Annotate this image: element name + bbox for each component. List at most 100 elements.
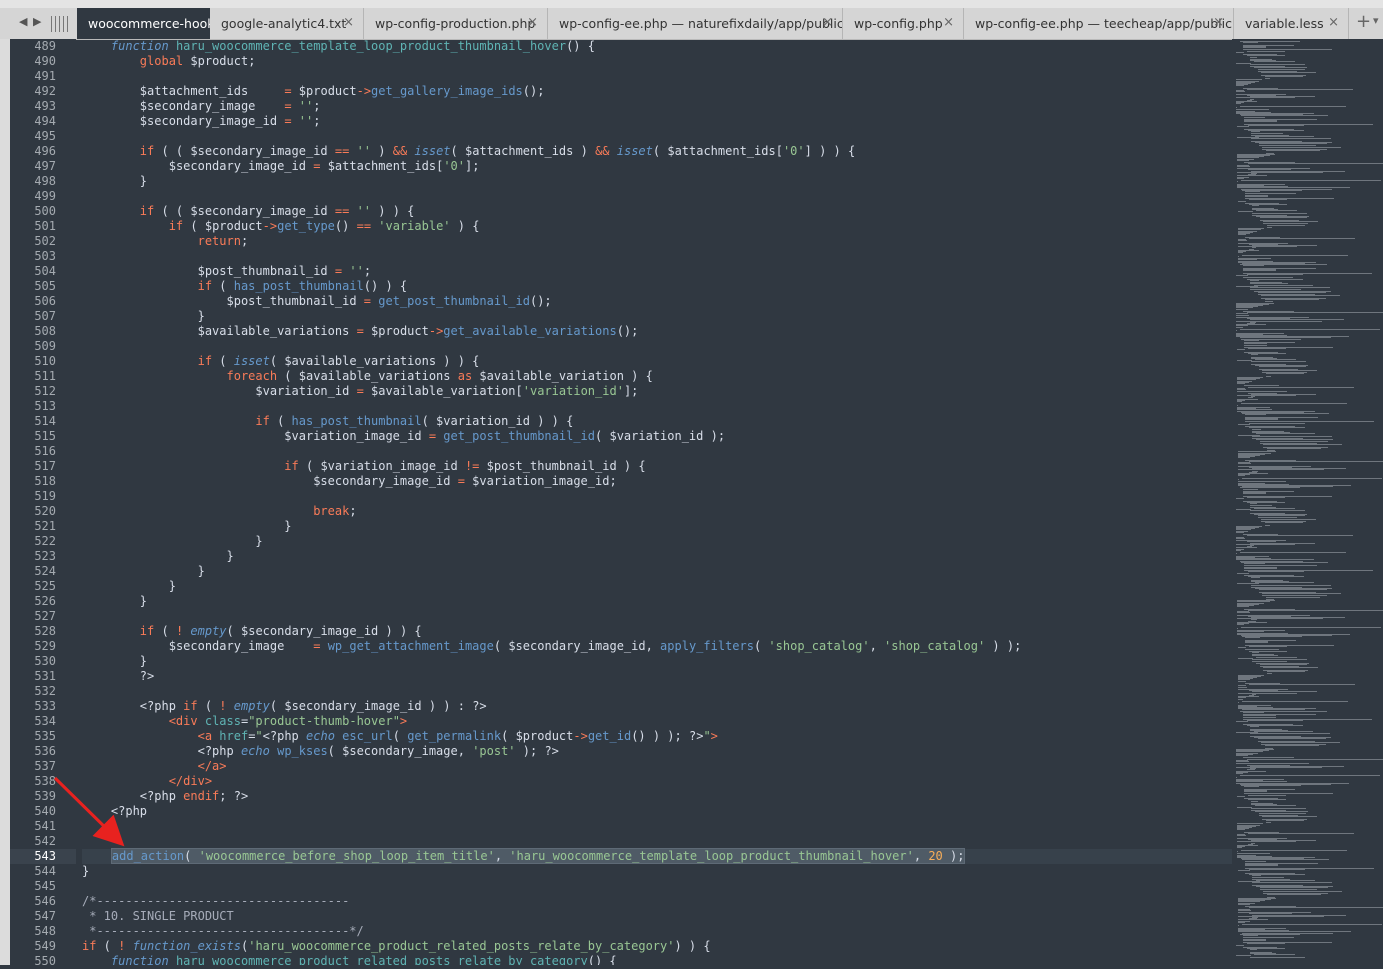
code-line[interactable]: global $product; bbox=[82, 54, 1232, 69]
code-line[interactable]: if ( $product->get_type() == 'variable' … bbox=[82, 219, 1232, 234]
code-line[interactable]: if ( ! empty( $secondary_image_id ) ) { bbox=[82, 624, 1232, 639]
code-line[interactable]: if ( ( $secondary_image_id == '' ) && is… bbox=[82, 144, 1232, 159]
minimap-line bbox=[1258, 812, 1307, 814]
tab-wp-config-ee-naturefixdaily[interactable]: wp-config-ee.php — naturefixdaily/app/pu… bbox=[548, 8, 843, 39]
line-number: 550 bbox=[34, 954, 56, 968]
code-line[interactable]: } bbox=[82, 654, 1232, 669]
code-line[interactable]: $available_variations = $product->get_av… bbox=[82, 324, 1232, 339]
line-number: 525 bbox=[34, 579, 56, 593]
tab-woocommerce-hooks[interactable]: woocommerce-hooks. bbox=[77, 8, 210, 39]
new-tab-icon[interactable]: + bbox=[1356, 11, 1371, 32]
code-line[interactable] bbox=[82, 684, 1232, 699]
code-line[interactable]: * 10. SINGLE PRODUCT bbox=[82, 909, 1232, 924]
code-line[interactable] bbox=[82, 189, 1232, 204]
code-line[interactable]: } bbox=[82, 519, 1232, 534]
code-line[interactable]: foreach ( $available_variations as $avai… bbox=[82, 369, 1232, 384]
code-line[interactable]: </div> bbox=[82, 774, 1232, 789]
code-line[interactable]: } bbox=[82, 819, 1232, 834]
tab-close-icon[interactable]: × bbox=[822, 15, 833, 30]
code-line[interactable]: $attachment_ids = $product->get_gallery_… bbox=[82, 84, 1232, 99]
code-line[interactable]: if ( has_post_thumbnail() ) { bbox=[82, 279, 1232, 294]
code-line[interactable]: } bbox=[82, 579, 1232, 594]
code-line[interactable]: $secondary_image_id = ''; bbox=[82, 114, 1232, 129]
code-token: secondary_image_id bbox=[291, 699, 422, 713]
tab-menu-chevron-down-icon[interactable]: ▾ bbox=[1373, 14, 1379, 27]
nav-back-icon[interactable]: ◀ bbox=[19, 15, 27, 28]
tab-list-icon[interactable] bbox=[51, 16, 71, 32]
code-line[interactable]: $variation_id = $available_variation['va… bbox=[82, 384, 1232, 399]
code-line[interactable]: <?php endif; ?> bbox=[82, 789, 1232, 804]
tab-close-icon[interactable]: × bbox=[343, 15, 354, 30]
minimap-line bbox=[1245, 414, 1266, 416]
code-line[interactable]: if ( ! function_exists('haru_woocommerce… bbox=[82, 939, 1232, 954]
code-line[interactable] bbox=[82, 609, 1232, 624]
code-line[interactable] bbox=[82, 69, 1232, 84]
tab-wp-config-production[interactable]: wp-config-production.php × bbox=[364, 8, 548, 39]
code-line[interactable]: $post_thumbnail_id = ''; bbox=[82, 264, 1232, 279]
code-token: $ bbox=[139, 99, 148, 113]
code-line[interactable] bbox=[82, 339, 1232, 354]
code-line[interactable]: } bbox=[82, 174, 1232, 189]
code-line[interactable]: function haru_woocommerce_template_loop_… bbox=[82, 39, 1232, 54]
code-line[interactable] bbox=[82, 249, 1232, 264]
code-line[interactable]: *-----------------------------------*/ bbox=[82, 924, 1232, 939]
code-line[interactable]: <?php if ( ! empty( $secondary_image_id … bbox=[82, 699, 1232, 714]
line-number: 503 bbox=[34, 249, 56, 263]
code-token: -> bbox=[356, 84, 372, 98]
code-line[interactable]: /*----------------------------------- bbox=[82, 894, 1232, 909]
minimap-line bbox=[1239, 329, 1380, 330]
code-line[interactable]: $secondary_image = ''; bbox=[82, 99, 1232, 114]
tab-wp-config[interactable]: wp-config.php × bbox=[843, 8, 964, 39]
code-line[interactable] bbox=[82, 129, 1232, 144]
code-line[interactable]: $secondary_image_id = $variation_image_i… bbox=[82, 474, 1232, 489]
code-line[interactable]: } bbox=[82, 534, 1232, 549]
tab-close-icon[interactable]: × bbox=[1213, 15, 1224, 30]
tab-close-icon[interactable]: × bbox=[943, 15, 954, 30]
tab-wp-config-ee-teecheap[interactable]: wp-config-ee.php — teecheap/app/public × bbox=[964, 8, 1234, 39]
code-line[interactable] bbox=[82, 834, 1232, 849]
code-line[interactable]: ?> bbox=[82, 669, 1232, 684]
minimap-line bbox=[1243, 488, 1258, 490]
code-line[interactable]: <a href="<?php echo esc_url( get_permali… bbox=[82, 729, 1232, 744]
code-line[interactable]: } bbox=[82, 564, 1232, 579]
code-line[interactable]: $secondary_image = wp_get_attachment_ima… bbox=[82, 639, 1232, 654]
code-token: $ bbox=[197, 264, 205, 278]
code-line[interactable]: } bbox=[82, 309, 1232, 324]
line-number: 521 bbox=[34, 519, 56, 533]
code-line[interactable]: add_action( 'woocommerce_before_shop_loo… bbox=[82, 848, 1232, 864]
code-line[interactable]: } bbox=[82, 549, 1232, 564]
code-line[interactable]: function haru_woocommerce_product_relate… bbox=[82, 954, 1232, 965]
code-line[interactable] bbox=[82, 879, 1232, 894]
code-line[interactable]: } bbox=[82, 594, 1232, 609]
nav-forward-icon[interactable]: ▶ bbox=[33, 15, 41, 28]
line-number: 541 bbox=[34, 819, 56, 833]
minimap-line bbox=[1236, 944, 1245, 946]
code-line[interactable]: $variation_image_id = get_post_thumbnail… bbox=[82, 429, 1232, 444]
tab-variable-less[interactable]: variable.less × bbox=[1234, 8, 1349, 39]
code-line[interactable]: return; bbox=[82, 234, 1232, 249]
code-line[interactable]: if ( $variation_image_id != $post_thumbn… bbox=[82, 459, 1232, 474]
minimap[interactable] bbox=[1232, 39, 1383, 965]
code-editor[interactable]: function haru_woocommerce_template_loop_… bbox=[82, 39, 1232, 965]
code-line[interactable]: </a> bbox=[82, 759, 1232, 774]
code-line[interactable]: <?php bbox=[82, 804, 1232, 819]
tab-close-icon[interactable]: × bbox=[1328, 15, 1339, 30]
code-line[interactable]: if ( isset( $available_variations ) ) { bbox=[82, 354, 1232, 369]
line-number: 534 bbox=[34, 714, 56, 728]
code-line[interactable]: $secondary_image_id = $attachment_ids['0… bbox=[82, 159, 1232, 174]
code-line[interactable] bbox=[82, 399, 1232, 414]
minimap-line bbox=[1243, 265, 1264, 267]
minimap-line bbox=[1252, 428, 1262, 430]
code-line[interactable]: $post_thumbnail_id = get_post_thumbnail_… bbox=[82, 294, 1232, 309]
code-line[interactable] bbox=[82, 489, 1232, 504]
code-line[interactable]: break; bbox=[82, 504, 1232, 519]
code-line[interactable] bbox=[82, 444, 1232, 459]
tab-google-analytic4[interactable]: google-analytic4.txt × bbox=[210, 8, 364, 39]
code-line[interactable]: if ( has_post_thumbnail( $variation_id )… bbox=[82, 414, 1232, 429]
code-line[interactable]: } bbox=[82, 864, 1232, 879]
code-line[interactable]: <div class="product-thumb-hover"> bbox=[82, 714, 1232, 729]
code-line[interactable]: if ( ( $secondary_image_id == '' ) ) { bbox=[82, 204, 1232, 219]
code-line[interactable]: <?php echo wp_kses( $secondary_image, 'p… bbox=[82, 744, 1232, 759]
tab-close-icon[interactable]: × bbox=[527, 15, 538, 30]
